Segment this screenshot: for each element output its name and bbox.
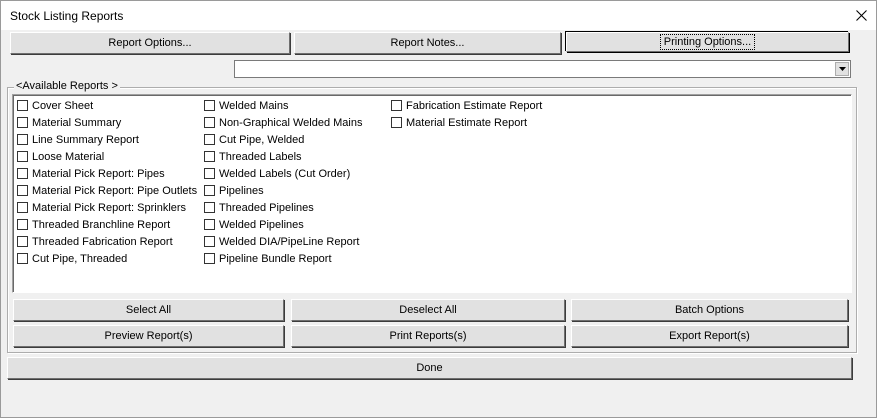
report-label: Material Pick Report: Pipe Outlets [32,184,198,197]
print-reports-label: Print Reports(s) [389,330,467,342]
report-checkbox-item[interactable]: Threaded Branchline Report [17,216,170,233]
title-bar: Stock Listing Reports [0,0,877,30]
report-checkbox-item[interactable]: Material Pick Report: Pipe Outlets [17,182,197,199]
checkbox[interactable] [17,236,28,247]
close-button[interactable] [845,0,877,30]
report-label: Cut Pipe, Threaded [32,252,128,265]
report-label: Welded Pipelines [219,218,304,231]
report-label: Non-Graphical Welded Mains [219,116,363,129]
report-label: Material Pick Report: Pipes [32,167,165,180]
checkbox[interactable] [391,117,402,128]
preview-reports-button[interactable]: Preview Report(s) [13,325,284,347]
checkbox[interactable] [204,202,215,213]
checkbox[interactable] [17,253,28,264]
report-checkbox-item[interactable]: Welded Labels (Cut Order) [204,165,350,182]
chevron-down-icon [838,67,846,71]
report-label: Line Summary Report [32,133,139,146]
checkbox[interactable] [204,219,215,230]
report-label: Threaded Branchline Report [32,218,171,231]
deselect-all-button[interactable]: Deselect All [291,299,565,321]
report-options-label: Report Options... [108,37,192,49]
checkbox[interactable] [204,117,215,128]
report-checkbox-item[interactable]: Non-Graphical Welded Mains [204,114,362,131]
report-checkbox-item[interactable]: Threaded Fabrication Report [17,233,173,250]
printing-options-label: Printing Options... [659,34,756,50]
checkbox[interactable] [204,151,215,162]
checkbox[interactable] [204,253,215,264]
report-label: Loose Material [32,150,105,163]
report-checkbox-item[interactable]: Cut Pipe, Threaded [17,250,127,267]
report-label: Material Summary [32,116,122,129]
report-checkbox-item[interactable]: Welded DIA/PipeLine Report [204,233,359,250]
select-all-label: Select All [125,304,172,316]
checkbox[interactable] [204,236,215,247]
report-notes-button[interactable]: Report Notes... [294,32,561,54]
checkbox[interactable] [17,134,28,145]
report-checkbox-item[interactable]: Threaded Pipelines [204,199,314,216]
report-label: Threaded Labels [219,150,302,163]
window-title: Stock Listing Reports [10,9,124,23]
export-reports-button[interactable]: Export Report(s) [571,325,848,347]
report-checkbox-item[interactable]: Loose Material [17,148,104,165]
report-label: Welded Mains [219,99,289,112]
report-checkbox-item[interactable]: Material Pick Report: Sprinklers [17,199,186,216]
checkbox[interactable] [17,202,28,213]
checkbox[interactable] [17,185,28,196]
done-label: Done [416,362,443,374]
report-label: Cover Sheet [32,99,94,112]
checkbox[interactable] [204,100,215,111]
close-icon [855,9,867,21]
report-label: Threaded Fabrication Report [32,235,173,248]
report-checkbox-item[interactable]: Material Estimate Report [391,114,527,131]
combo-dropdown-button[interactable] [835,62,849,76]
report-label: Fabrication Estimate Report [406,99,543,112]
report-label: Material Pick Report: Sprinklers [32,201,187,214]
report-checkbox-item[interactable]: Welded Pipelines [204,216,304,233]
select-all-button[interactable]: Select All [13,299,284,321]
report-label: Welded DIA/PipeLine Report [219,235,360,248]
report-checkbox-item[interactable]: Threaded Labels [204,148,302,165]
batch-options-button[interactable]: Batch Options [571,299,848,321]
report-label: Pipelines [219,184,264,197]
batch-options-label: Batch Options [674,304,745,316]
preview-reports-label: Preview Report(s) [104,330,193,342]
printing-options-button[interactable]: Printing Options... [566,32,849,52]
reports-checklist[interactable]: Cover Sheet Material Summary Line Summary … [12,94,852,293]
checkbox[interactable] [17,117,28,128]
report-checkbox-item[interactable]: Welded Mains [204,97,289,114]
report-checkbox-item[interactable]: Fabrication Estimate Report [391,97,542,114]
report-label: Welded Labels (Cut Order) [219,167,351,180]
report-checkbox-item[interactable]: Cut Pipe, Welded [204,131,304,148]
report-combo-box[interactable] [234,60,851,78]
export-reports-label: Export Report(s) [669,330,750,342]
report-label: Pipeline Bundle Report [219,252,332,265]
report-checkbox-item[interactable]: Cover Sheet [17,97,93,114]
report-checkbox-item[interactable]: Material Summary [17,114,121,131]
checkbox[interactable] [17,151,28,162]
report-label: Cut Pipe, Welded [219,133,305,146]
available-reports-legend: <Available Reports > [14,80,120,92]
report-label: Threaded Pipelines [219,201,314,214]
print-reports-button[interactable]: Print Reports(s) [291,325,565,347]
deselect-all-label: Deselect All [399,304,457,316]
report-checkbox-item[interactable]: Pipelines [204,182,264,199]
checkbox[interactable] [391,100,402,111]
checkbox[interactable] [17,168,28,179]
report-options-button[interactable]: Report Options... [10,32,290,54]
checkbox[interactable] [204,134,215,145]
report-notes-label: Report Notes... [390,37,465,49]
checkbox[interactable] [17,100,28,111]
report-checkbox-item[interactable]: Line Summary Report [17,131,139,148]
report-label: Material Estimate Report [406,116,528,129]
done-button[interactable]: Done [7,357,852,379]
checkbox[interactable] [204,168,215,179]
report-checkbox-item[interactable]: Material Pick Report: Pipes [17,165,165,182]
report-checkbox-item[interactable]: Pipeline Bundle Report [204,250,332,267]
checkbox[interactable] [17,219,28,230]
checkbox[interactable] [204,185,215,196]
